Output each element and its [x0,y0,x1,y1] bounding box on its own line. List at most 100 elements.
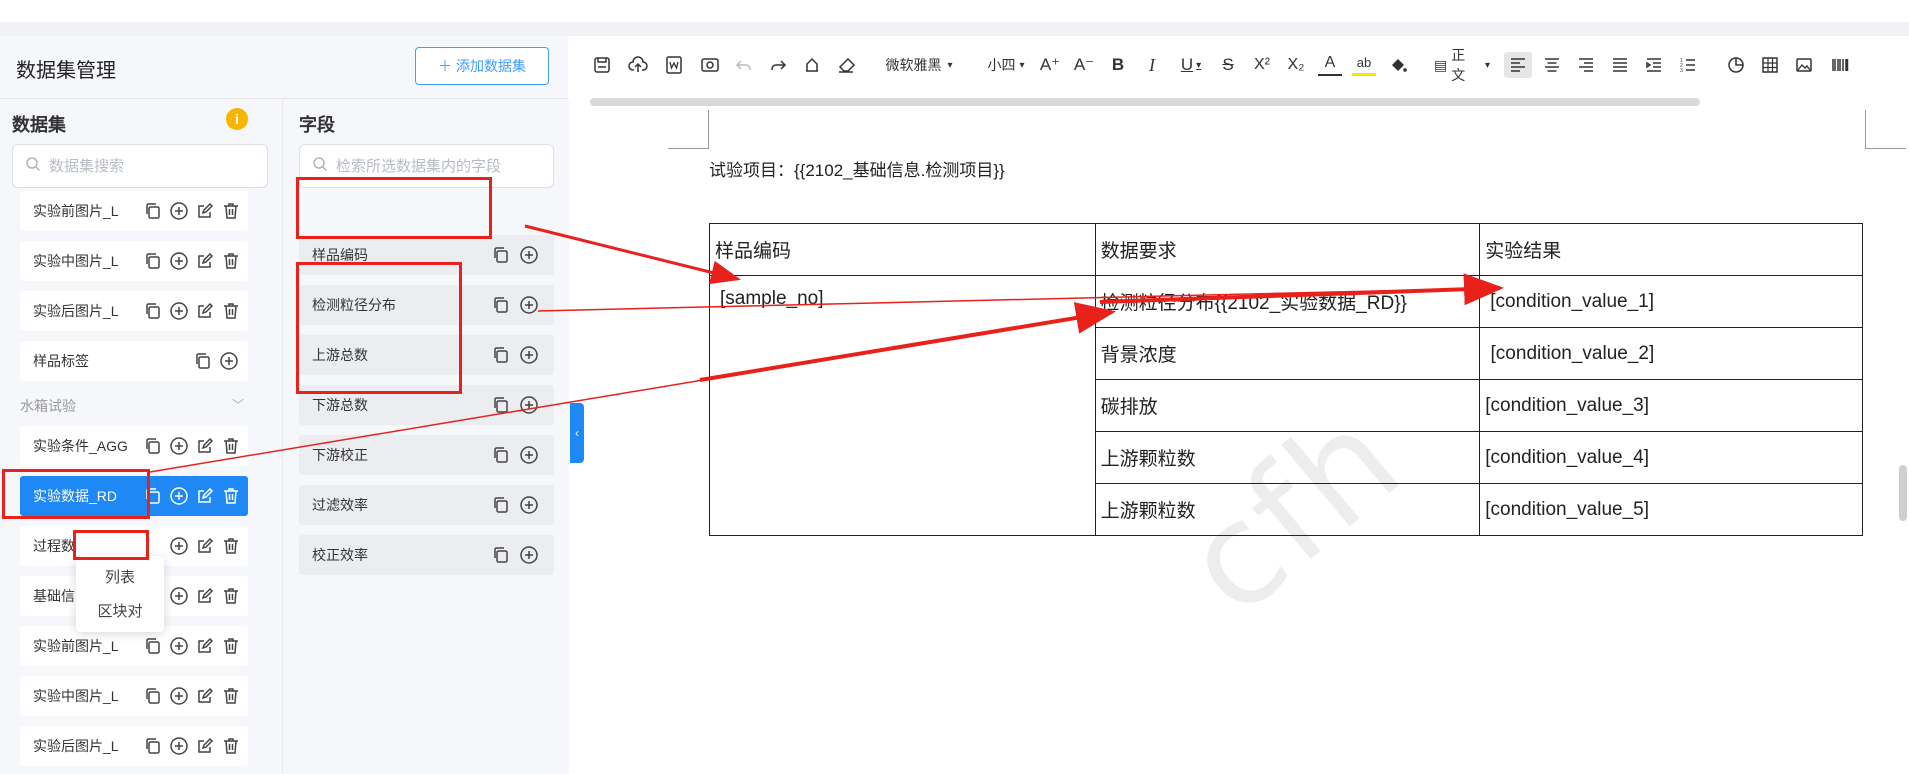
italic-icon[interactable]: I [1140,52,1164,78]
plus-circle-icon[interactable] [168,485,190,507]
table-cell[interactable]: 上游颗粒数 [1094,483,1481,536]
copy-icon[interactable] [490,394,512,416]
chevron-down-icon[interactable]: ﹀ [232,396,244,413]
edit-icon[interactable] [194,485,216,507]
table-cell[interactable]: [condition_value_3] [1479,379,1863,432]
delete-icon[interactable] [220,300,242,322]
table-cell[interactable]: [condition_value_2] [1479,327,1863,380]
group-label-water-tank[interactable]: 水箱试验 [20,396,76,416]
table-cell[interactable]: 碳排放 [1094,379,1481,432]
plus-circle-icon[interactable] [518,494,540,516]
fill-bucket-icon[interactable] [1386,52,1410,78]
field-item[interactable]: 过滤效率 [299,485,554,525]
dataset-item[interactable]: 样品标签 [20,341,248,381]
plus-circle-icon[interactable] [518,394,540,416]
horizontal-scrollbar[interactable] [590,98,1700,106]
copy-icon[interactable] [142,300,164,322]
eraser-icon[interactable] [834,52,858,78]
decrease-font-icon[interactable]: A⁻ [1072,52,1096,78]
copy-icon[interactable] [490,494,512,516]
edit-icon[interactable] [194,735,216,757]
menu-item-block-pair[interactable]: 区块对 [76,600,164,621]
plus-circle-icon[interactable] [168,250,190,272]
copy-icon[interactable] [142,735,164,757]
delete-icon[interactable] [220,250,242,272]
dataset-item[interactable]: 实验中图片_L [20,676,248,716]
edit-icon[interactable] [194,685,216,707]
copy-icon[interactable] [142,685,164,707]
underline-icon[interactable]: U ▾ [1174,52,1208,78]
delete-icon[interactable] [220,735,242,757]
test-item-line[interactable]: 试验项目：{{2102_基础信息.检测项目}} [709,156,1005,181]
copy-icon[interactable] [490,444,512,466]
plus-circle-icon[interactable] [518,294,540,316]
dataset-item[interactable]: 实验中图片_L [20,241,248,281]
table-cell[interactable]: [condition_value_5] [1479,483,1863,536]
delete-icon[interactable] [220,585,242,607]
bold-icon[interactable]: B [1106,52,1130,78]
copy-icon[interactable] [490,244,512,266]
copy-icon[interactable] [490,344,512,366]
plus-circle-icon[interactable] [218,350,240,372]
collapse-panel-toggle[interactable]: ‹ [570,403,584,463]
copy-icon[interactable] [192,350,214,372]
font-size-select[interactable]: 小四 ▾ [984,52,1028,78]
save-icon[interactable] [590,52,614,78]
plus-circle-icon[interactable] [168,200,190,222]
align-right-icon[interactable] [1574,52,1598,78]
plus-circle-icon[interactable] [168,535,190,557]
copy-icon[interactable] [142,435,164,457]
undo-icon[interactable] [732,52,756,78]
edit-icon[interactable] [194,250,216,272]
dataset-item[interactable]: 实验前图片_L [20,626,248,666]
table-header-cell[interactable]: 实验结果 [1479,223,1863,276]
dataset-item[interactable]: 实验前图片_L [20,191,248,231]
edit-icon[interactable] [194,300,216,322]
sample-no-cell[interactable]: [sample_no] [709,275,1096,536]
strikethrough-icon[interactable]: S [1216,52,1240,78]
plus-circle-icon[interactable] [518,344,540,366]
info-icon[interactable]: i [226,108,248,130]
plus-circle-icon[interactable] [168,685,190,707]
superscript-icon[interactable]: X² [1250,52,1274,78]
copy-icon[interactable] [142,635,164,657]
word-export-icon[interactable] [662,52,686,78]
align-left-icon[interactable] [1504,52,1532,78]
delete-icon[interactable] [220,485,242,507]
dataset-item[interactable]: 实验后图片_L [20,726,248,766]
indent-icon[interactable] [1642,52,1666,78]
table-icon[interactable] [1758,52,1782,78]
dataset-item[interactable]: 实验后图片_L [20,291,248,331]
preview-icon[interactable] [698,52,722,78]
plus-circle-icon[interactable] [168,585,190,607]
copy-icon[interactable] [490,544,512,566]
ordered-list-icon[interactable]: 123 [1676,52,1700,78]
table-header-cell[interactable]: 样品编码 [709,223,1096,276]
plus-circle-icon[interactable] [518,444,540,466]
field-item[interactable]: 校正效率 [299,535,554,575]
image-icon[interactable] [1792,52,1816,78]
edit-icon[interactable] [194,585,216,607]
format-painter-icon[interactable] [800,52,824,78]
copy-icon[interactable] [142,200,164,222]
edit-icon[interactable] [194,535,216,557]
menu-item-list[interactable]: 列表 [76,566,164,587]
plus-circle-icon[interactable] [168,635,190,657]
field-item[interactable]: 下游校正 [299,435,554,475]
table-cell[interactable]: 上游颗粒数 [1094,431,1481,484]
font-family-select[interactable]: 微软雅黑 ▾ [884,52,954,78]
edit-icon[interactable] [194,635,216,657]
align-center-icon[interactable] [1540,52,1564,78]
field-search-input[interactable] [334,156,538,176]
plus-circle-icon[interactable] [168,300,190,322]
copy-icon[interactable] [490,294,512,316]
table-cell[interactable]: 背景浓度 [1094,327,1481,380]
vertical-scrollbar[interactable] [1899,465,1907,521]
barcode-icon[interactable] [1828,52,1852,78]
edit-icon[interactable] [194,435,216,457]
dataset-item[interactable]: 实验条件_AGG [20,426,248,466]
copy-icon[interactable] [142,250,164,272]
delete-icon[interactable] [220,635,242,657]
cloud-upload-icon[interactable] [626,52,650,78]
add-dataset-button[interactable]: ＋ 添加数据集 [415,47,549,85]
